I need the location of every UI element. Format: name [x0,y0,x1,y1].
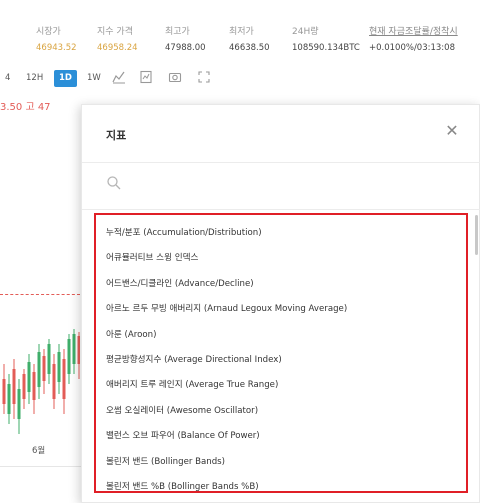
list-item[interactable]: 밸런스 오브 파우어 (Balance Of Power) [106,426,260,446]
stat-high-price: 최고가 47988.00 [165,24,206,53]
candle [2,329,80,434]
list-scrollbar[interactable] [475,215,478,255]
stat-market-price: 시장가 46943.52 [36,24,77,53]
list-item[interactable]: 아르노 르두 무빙 애버리지 (Arnaud Legoux Moving Ave… [106,299,347,319]
list-item[interactable]: 아룬 (Aroon) [106,325,156,345]
stat-value: 47988.00 [165,43,206,53]
time-axis-label: 6월 [32,446,46,456]
indicator-list: 누적/분포 (Accumulation/Distribution) 어큐뮬러티브… [94,213,468,493]
stat-value: 46943.52 [36,43,77,53]
indicator-search [106,173,448,199]
current-price-line [0,294,80,295]
stat-value: 108590.134BTC [292,43,360,53]
interval-12h-button[interactable]: 12H [26,70,43,87]
stat-value: 46638.50 [229,43,270,53]
list-item[interactable]: 볼린저 밴드 (Bollinger Bands) [106,452,225,472]
stat-index-price: 지수 가격 46958.24 [97,24,138,53]
list-item[interactable]: 볼린저 밴드 %B (Bollinger Bands %B) [106,477,259,491]
stat-label[interactable]: 현재 자금조달률/정착시 [369,24,458,37]
search-divider [82,209,480,210]
stat-label: 최저가 [229,27,254,37]
list-item[interactable]: 오썸 오실레이터 (Awesome Oscillator) [106,401,258,421]
list-item[interactable]: 어큐뮬러티브 스윙 인덱스 [106,248,198,268]
close-icon[interactable]: ✕ [442,121,462,141]
camera-icon[interactable] [167,70,183,86]
chart-type-icon[interactable] [111,70,127,86]
indicators-dialog: 지표 ✕ 누적/분포 (Accumulation/Distribution) 어… [81,104,480,503]
ohlc-readout: 3.50 고 47 [0,102,51,113]
stat-label: 최고가 [165,27,190,37]
search-icon [106,175,122,191]
dialog-title: 지표 [106,129,127,142]
interval-1d-button[interactable]: 1D [54,70,77,87]
list-item[interactable]: 평균방향성지수 (Average Directional Index) [106,350,282,370]
stat-value: +0.0100%/03:13:08 [369,43,455,53]
list-item[interactable]: 어드밴스/디클라인 (Advance/Decline) [106,274,254,294]
stat-label: 24H량 [292,27,319,37]
stat-value: 46958.24 [97,43,138,53]
fullscreen-icon[interactable] [196,70,212,86]
title-divider [82,162,480,163]
list-item[interactable]: 애버리지 트루 레인지 (Average True Range) [106,375,278,395]
stat-label: 지수 가격 [97,27,133,37]
search-input[interactable] [128,173,448,199]
interval-1w-button[interactable]: 1W [87,70,101,87]
candlestick-series [2,329,80,434]
stat-24h-volume: 24H량 108590.134BTC [292,24,360,53]
stat-low-price: 최저가 46638.50 [229,24,270,53]
interval-partial-button[interactable]: 4 [5,70,10,87]
list-item[interactable]: 누적/분포 (Accumulation/Distribution) [106,223,262,243]
stat-funding-rate[interactable]: 현재 자금조달률/정착시 +0.0100%/03:13:08 [369,24,458,53]
indicators-icon[interactable] [138,70,154,86]
market-stats-bar: 시장가 46943.52 지수 가격 46958.24 최고가 47988.00… [0,0,480,62]
stat-label: 시장가 [36,27,61,37]
chart-toolbar: 4 12H 1D 1W [0,62,480,94]
